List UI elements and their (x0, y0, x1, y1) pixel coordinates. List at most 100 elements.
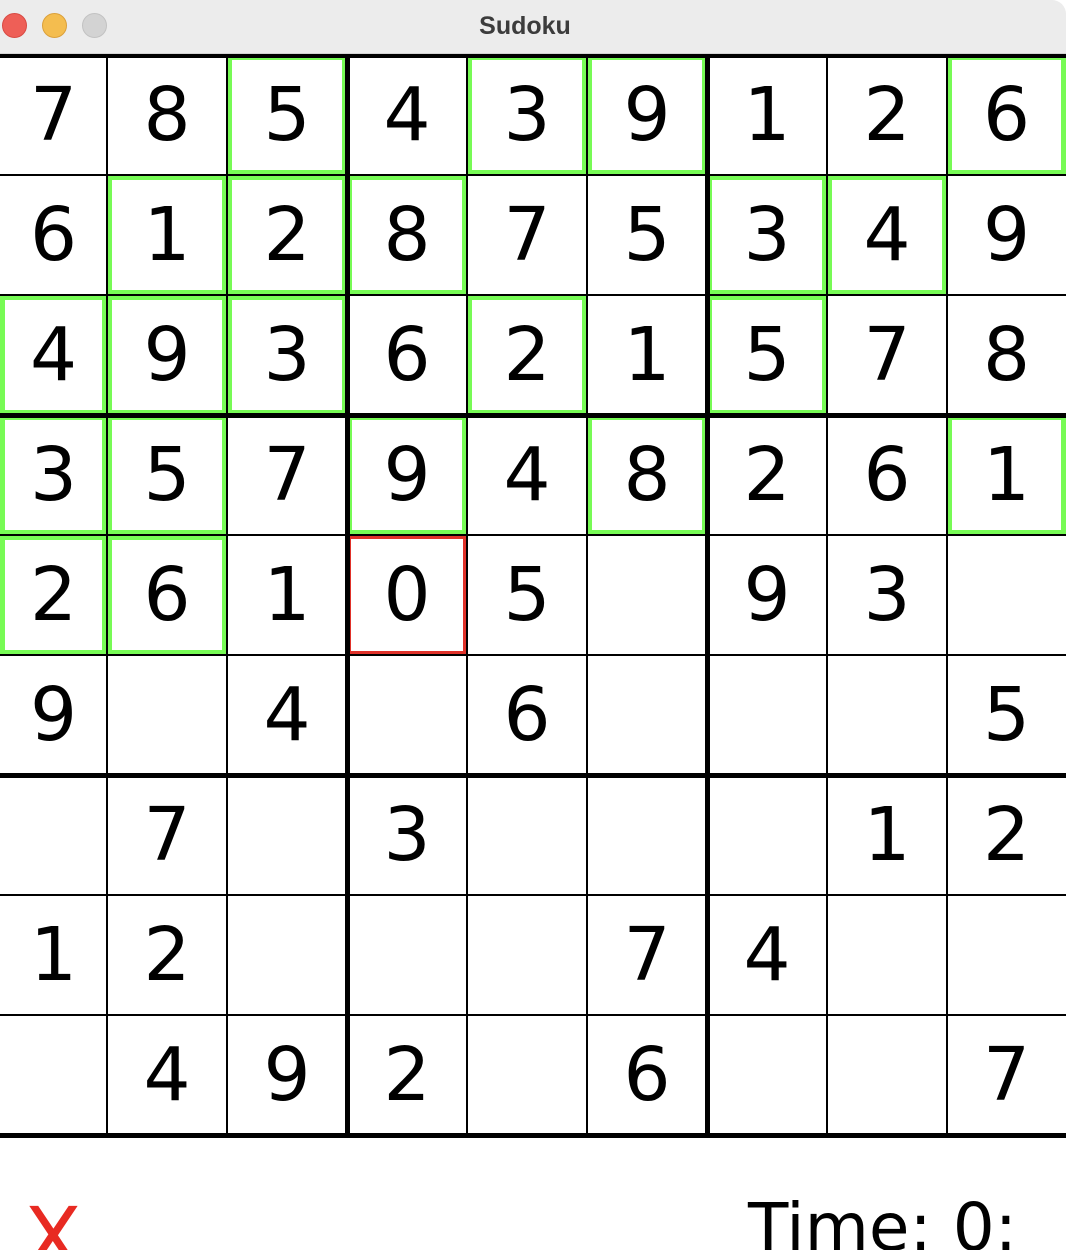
board-cell-r9-c9[interactable]: 7 (947, 1015, 1066, 1135)
board-cell-r5-c9[interactable] (947, 535, 1066, 655)
board-cell-r7-c5[interactable] (467, 775, 587, 895)
board-cell-r5-c8[interactable]: 3 (827, 535, 947, 655)
board-cell-r1-c7[interactable]: 1 (707, 55, 827, 175)
board-cell-r9-c6[interactable]: 6 (587, 1015, 707, 1135)
cell-divider-vertical (946, 55, 948, 1135)
board-cell-r2-c9[interactable]: 9 (947, 175, 1066, 295)
board-cell-r4-c5[interactable]: 4 (467, 415, 587, 535)
board-cell-r9-c3[interactable]: 9 (227, 1015, 347, 1135)
board-cell-r8-c1[interactable]: 1 (0, 895, 107, 1015)
board-cell-r4-c2[interactable]: 5 (107, 415, 227, 535)
board-cell-r5-c5[interactable]: 5 (467, 535, 587, 655)
board-cell-r7-c9[interactable]: 2 (947, 775, 1066, 895)
board-cell-r3-c3[interactable]: 3 (227, 295, 347, 415)
board-cell-r9-c4[interactable]: 2 (347, 1015, 467, 1135)
cell-divider-horizontal (0, 294, 1066, 296)
board-cell-r8-c4[interactable] (347, 895, 467, 1015)
board-cell-r9-c5[interactable] (467, 1015, 587, 1135)
board-cell-r4-c6[interactable]: 8 (587, 415, 707, 535)
cell-divider-vertical (586, 55, 588, 1135)
box-divider-horizontal (0, 412, 1066, 418)
board-cell-r3-c7[interactable]: 5 (707, 295, 827, 415)
board-cell-r9-c1[interactable] (0, 1015, 107, 1135)
board-cell-r6-c2[interactable] (107, 655, 227, 775)
board-cell-r3-c1[interactable]: 4 (0, 295, 107, 415)
board-cell-r1-c6[interactable]: 9 (587, 55, 707, 175)
board-cell-r6-c7[interactable] (707, 655, 827, 775)
board-cell-r3-c8[interactable]: 7 (827, 295, 947, 415)
board-cell-r4-c9[interactable]: 1 (947, 415, 1066, 535)
board-cell-r2-c6[interactable]: 5 (587, 175, 707, 295)
title-bar: Sudoku (0, 0, 1066, 54)
board-cell-r6-c3[interactable]: 4 (227, 655, 347, 775)
board-cell-r3-c2[interactable]: 9 (107, 295, 227, 415)
board-cell-r9-c8[interactable] (827, 1015, 947, 1135)
board-cell-r6-c1[interactable]: 9 (0, 655, 107, 775)
board-cell-r9-c2[interactable]: 4 (107, 1015, 227, 1135)
board-cell-r5-c7[interactable]: 9 (707, 535, 827, 655)
board-cell-r4-c1[interactable]: 3 (0, 415, 107, 535)
board-cell-r5-c1[interactable]: 2 (0, 535, 107, 655)
board-cell-r6-c6[interactable] (587, 655, 707, 775)
board-cell-r8-c3[interactable] (227, 895, 347, 1015)
cell-divider-vertical (466, 55, 468, 1135)
board-cell-r8-c6[interactable]: 7 (587, 895, 707, 1015)
board-cell-r1-c8[interactable]: 2 (827, 55, 947, 175)
board-cell-r7-c3[interactable] (227, 775, 347, 895)
cell-divider-horizontal (0, 894, 1066, 896)
board-cell-r7-c4[interactable]: 3 (347, 775, 467, 895)
board-cell-r8-c5[interactable] (467, 895, 587, 1015)
board-cell-r3-c4[interactable]: 6 (347, 295, 467, 415)
board-cell-r1-c5[interactable]: 3 (467, 55, 587, 175)
board-cell-r5-c2[interactable]: 6 (107, 535, 227, 655)
sudoku-board: 7854391266128753494936215783579482612610… (0, 0, 1066, 1150)
board-cell-r6-c8[interactable] (827, 655, 947, 775)
board-cell-r2-c2[interactable]: 1 (107, 175, 227, 295)
board-cell-r7-c7[interactable] (707, 775, 827, 895)
board-cell-r3-c6[interactable]: 1 (587, 295, 707, 415)
board-cell-r1-c2[interactable]: 8 (107, 55, 227, 175)
timer-label: Time: 0: (748, 1189, 1017, 1250)
board-cell-r7-c1[interactable] (0, 775, 107, 895)
board-cell-r2-c5[interactable]: 7 (467, 175, 587, 295)
board-cell-r8-c9[interactable] (947, 895, 1066, 1015)
board-cell-r4-c7[interactable]: 2 (707, 415, 827, 535)
strike-counter: X (24, 1189, 82, 1250)
cell-divider-horizontal (0, 1014, 1066, 1016)
cell-divider-vertical (826, 55, 828, 1135)
board-cell-r9-c7[interactable] (707, 1015, 827, 1135)
board-cell-r5-c4[interactable]: 0 (347, 535, 467, 655)
board-cell-r5-c6[interactable] (587, 535, 707, 655)
board-cell-r1-c9[interactable]: 6 (947, 55, 1066, 175)
window-title: Sudoku (479, 12, 571, 40)
cell-divider-horizontal (0, 654, 1066, 656)
board-cell-r5-c3[interactable]: 1 (227, 535, 347, 655)
box-divider-horizontal (0, 772, 1066, 778)
board-cell-r2-c1[interactable]: 6 (0, 175, 107, 295)
board-cell-r4-c8[interactable]: 6 (827, 415, 947, 535)
box-divider-horizontal (0, 1132, 1066, 1138)
board-cell-r3-c9[interactable]: 8 (947, 295, 1066, 415)
board-cell-r2-c4[interactable]: 8 (347, 175, 467, 295)
cell-divider-horizontal (0, 174, 1066, 176)
board-cell-r2-c3[interactable]: 2 (227, 175, 347, 295)
board-cell-r8-c2[interactable]: 2 (107, 895, 227, 1015)
board-cell-r1-c1[interactable]: 7 (0, 55, 107, 175)
board-cell-r8-c8[interactable] (827, 895, 947, 1015)
board-cell-r2-c7[interactable]: 3 (707, 175, 827, 295)
cell-divider-vertical (226, 55, 228, 1135)
board-cell-r2-c8[interactable]: 4 (827, 175, 947, 295)
board-cell-r3-c5[interactable]: 2 (467, 295, 587, 415)
board-cell-r4-c3[interactable]: 7 (227, 415, 347, 535)
board-cell-r7-c2[interactable]: 7 (107, 775, 227, 895)
cell-divider-vertical (106, 55, 108, 1135)
board-cell-r7-c6[interactable] (587, 775, 707, 895)
board-cell-r6-c9[interactable]: 5 (947, 655, 1066, 775)
board-cell-r7-c8[interactable]: 1 (827, 775, 947, 895)
board-cell-r1-c3[interactable]: 5 (227, 55, 347, 175)
board-cell-r1-c4[interactable]: 4 (347, 55, 467, 175)
board-cell-r4-c4[interactable]: 9 (347, 415, 467, 535)
board-cell-r6-c5[interactable]: 6 (467, 655, 587, 775)
board-cell-r8-c7[interactable]: 4 (707, 895, 827, 1015)
board-cell-r6-c4[interactable] (347, 655, 467, 775)
